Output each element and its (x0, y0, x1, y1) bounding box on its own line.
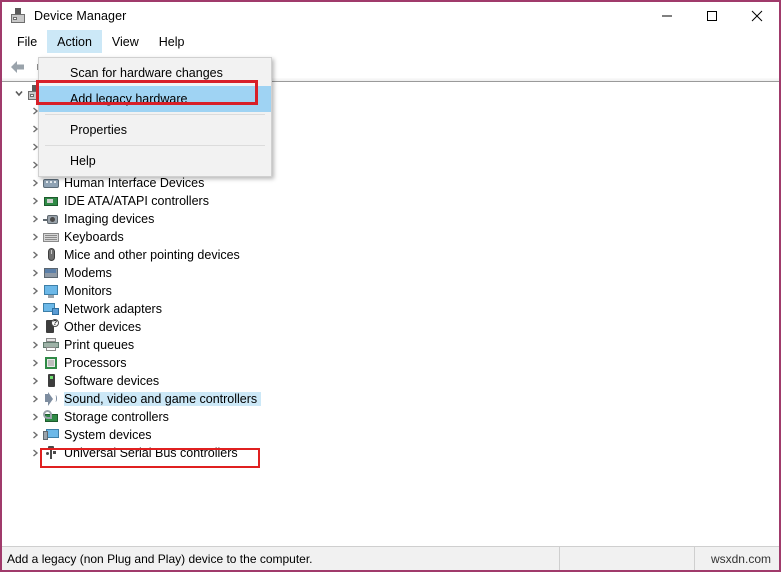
chevron-right-icon[interactable] (27, 445, 43, 461)
tree-item-label: Sound, video and game controllers (64, 392, 261, 406)
imaging-device-icon (43, 211, 59, 227)
device-manager-icon (10, 8, 26, 24)
usb-controller-icon (43, 445, 59, 461)
ide-controller-icon (43, 193, 59, 209)
chevron-right-icon[interactable] (27, 211, 43, 227)
menu-item-add-legacy-hardware[interactable]: Add legacy hardware (39, 86, 271, 112)
tree-item-label: Universal Serial Bus controllers (64, 446, 242, 460)
tree-item-label: Processors (64, 356, 131, 370)
tree-item-label: Human Interface Devices (64, 176, 208, 190)
status-bar: Add a legacy (non Plug and Play) device … (2, 546, 779, 570)
chevron-right-icon[interactable] (27, 175, 43, 191)
menu-item-help[interactable]: Help (39, 148, 271, 174)
tree-item-software-devices[interactable]: Software devices (5, 372, 776, 390)
tree-item-label: Storage controllers (64, 410, 173, 424)
status-middle-pane (560, 547, 695, 570)
menu-separator (45, 145, 265, 146)
chevron-right-icon[interactable] (27, 301, 43, 317)
other-device-icon: ? (43, 319, 59, 335)
monitor-icon (43, 283, 59, 299)
system-device-icon (43, 427, 59, 443)
menu-item-scan-for-hardware-changes[interactable]: Scan for hardware changes (39, 60, 271, 86)
status-message: Add a legacy (non Plug and Play) device … (2, 547, 560, 570)
tree-item-storage-controllers[interactable]: Storage controllers (5, 408, 776, 426)
printer-icon (43, 337, 59, 353)
tree-item-mice-and-other-pointing-devices[interactable]: Mice and other pointing devices (5, 246, 776, 264)
tree-item-modems[interactable]: Modems (5, 264, 776, 282)
maximize-icon[interactable] (689, 2, 734, 30)
hid-icon (43, 175, 59, 191)
tree-item-network-adapters[interactable]: Network adapters (5, 300, 776, 318)
tree-item-imaging-devices[interactable]: Imaging devices (5, 210, 776, 228)
tree-item-print-queues[interactable]: Print queues (5, 336, 776, 354)
device-manager-window: Device Manager File Action View Help (0, 0, 781, 572)
chevron-right-icon[interactable] (27, 247, 43, 263)
tree-item-label: Mice and other pointing devices (64, 248, 244, 262)
minimize-icon[interactable] (644, 2, 689, 30)
chevron-right-icon[interactable] (27, 373, 43, 389)
watermark: wsxdn.com (695, 547, 779, 570)
menu-separator (45, 114, 265, 115)
chevron-right-icon[interactable] (27, 427, 43, 443)
software-device-icon (43, 373, 59, 389)
tree-item-label: Modems (64, 266, 116, 280)
tree-item-label: Print queues (64, 338, 138, 352)
tree-item-label: System devices (64, 428, 156, 442)
chevron-right-icon[interactable] (27, 355, 43, 371)
tree-item-label: Imaging devices (64, 212, 158, 226)
tree-item-processors[interactable]: Processors (5, 354, 776, 372)
tree-item-system-devices[interactable]: System devices (5, 426, 776, 444)
menu-file[interactable]: File (7, 30, 47, 53)
chevron-right-icon[interactable] (27, 409, 43, 425)
tree-item-label: IDE ATA/ATAPI controllers (64, 194, 213, 208)
tree-item-monitors[interactable]: Monitors (5, 282, 776, 300)
menu-bar: File Action View Help (2, 30, 779, 53)
processor-icon (43, 355, 59, 371)
title-bar: Device Manager (2, 2, 779, 30)
chevron-down-icon[interactable] (11, 85, 27, 101)
mouse-icon (43, 247, 59, 263)
chevron-right-icon[interactable] (27, 265, 43, 281)
sound-controller-icon (43, 391, 59, 407)
close-icon[interactable] (734, 2, 779, 30)
tree-item-sound-video-and-game-controllers[interactable]: Sound, video and game controllers (5, 390, 776, 408)
tree-item-ide-ata-atapi-controllers[interactable]: IDE ATA/ATAPI controllers (5, 192, 776, 210)
tree-item-label: Keyboards (64, 230, 128, 244)
chevron-right-icon[interactable] (27, 391, 43, 407)
network-adapter-icon (43, 301, 59, 317)
tree-item-label: Network adapters (64, 302, 166, 316)
chevron-right-icon[interactable] (27, 229, 43, 245)
menu-view[interactable]: View (102, 30, 149, 53)
tree-item-label: Monitors (64, 284, 116, 298)
chevron-right-icon[interactable] (27, 193, 43, 209)
back-arrow-icon[interactable] (8, 57, 28, 77)
chevron-right-icon[interactable] (27, 319, 43, 335)
storage-controller-icon (43, 409, 59, 425)
window-title: Device Manager (34, 9, 126, 23)
caption-button-group (644, 2, 779, 30)
tree-item-keyboards[interactable]: Keyboards (5, 228, 776, 246)
chevron-right-icon[interactable] (27, 283, 43, 299)
tree-item-universal-serial-bus-controllers[interactable]: Universal Serial Bus controllers (5, 444, 776, 462)
keyboard-icon (43, 229, 59, 245)
menu-item-properties[interactable]: Properties (39, 117, 271, 143)
menu-help[interactable]: Help (149, 30, 195, 53)
tree-item-other-devices[interactable]: ? Other devices (5, 318, 776, 336)
tree-item-label: Software devices (64, 374, 163, 388)
action-dropdown-menu[interactable]: Scan for hardware changes Add legacy har… (38, 57, 272, 177)
menu-action[interactable]: Action (47, 30, 102, 53)
chevron-right-icon[interactable] (27, 337, 43, 353)
modem-icon (43, 265, 59, 281)
tree-item-label: Other devices (64, 320, 145, 334)
